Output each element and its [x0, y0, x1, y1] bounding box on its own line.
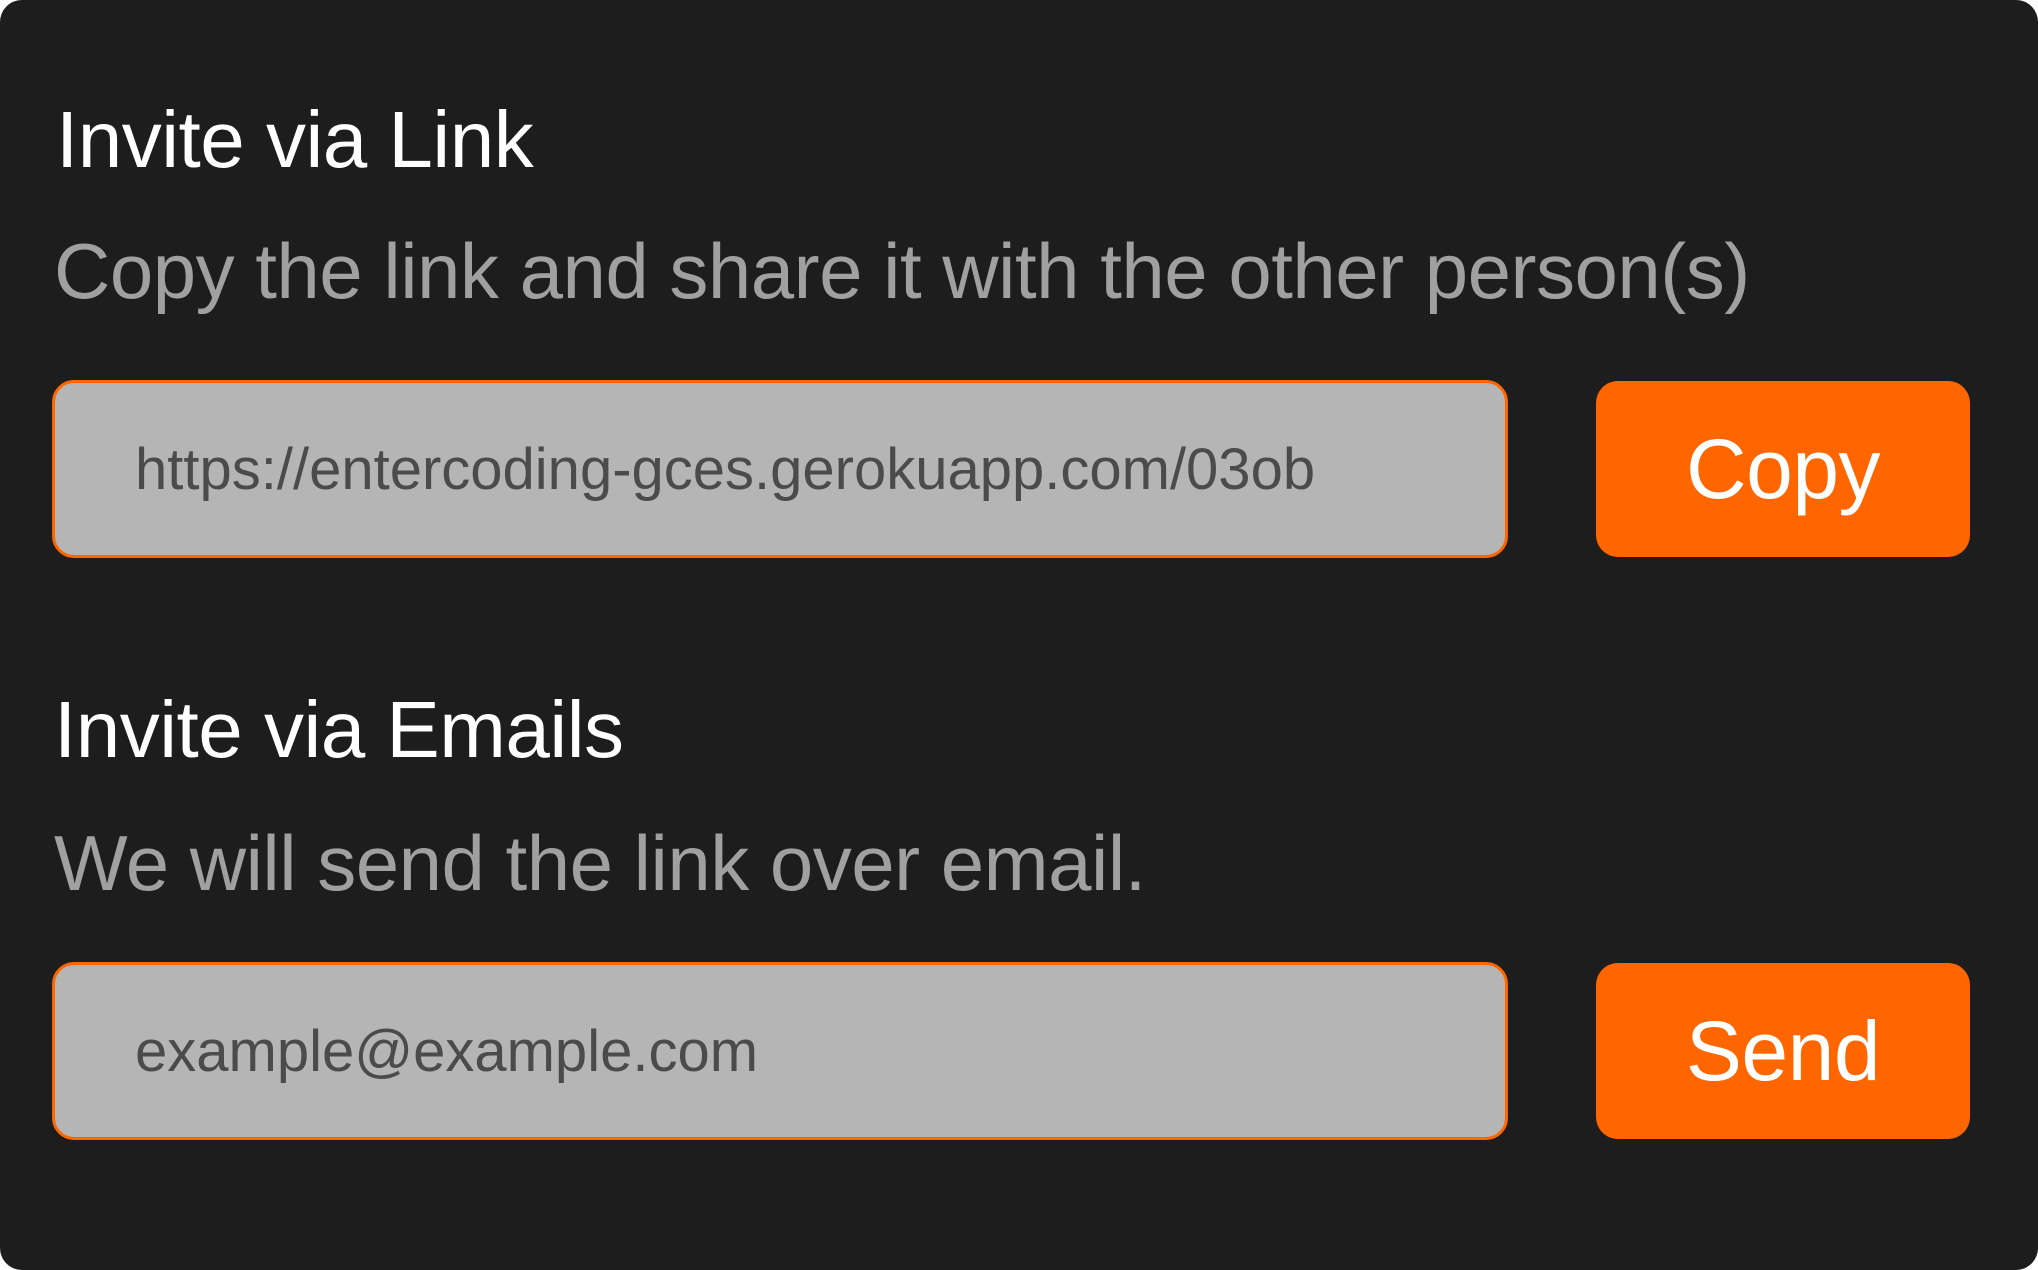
- invite-via-link-heading: Invite via Link: [56, 95, 534, 184]
- email-field[interactable]: [52, 962, 1508, 1140]
- send-button[interactable]: Send: [1596, 963, 1970, 1139]
- invite-link-field[interactable]: https://entercoding-gces.gerokuapp.com/0…: [52, 380, 1508, 558]
- invite-via-link-description: Copy the link and share it with the othe…: [54, 227, 1750, 315]
- invite-via-emails-heading: Invite via Emails: [54, 685, 624, 774]
- copy-button[interactable]: Copy: [1596, 381, 1970, 557]
- invite-via-emails-description: We will send the link over email.: [54, 819, 1146, 907]
- invite-panel: Invite via Link Copy the link and share …: [0, 0, 2038, 1270]
